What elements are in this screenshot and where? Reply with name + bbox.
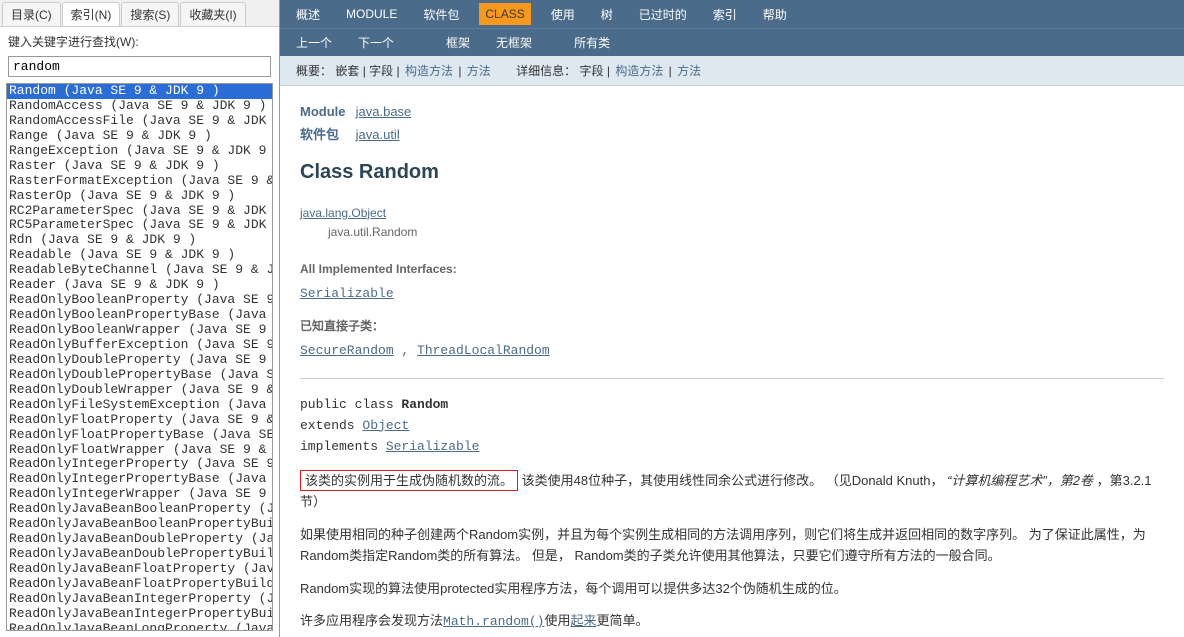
tab-favorites[interactable]: 收藏夹(I) [180,2,245,26]
content: Module java.base 软件包 java.util Class Ran… [280,86,1184,637]
index-item[interactable]: RasterFormatException (Java SE 9 & JDK 9… [7,174,272,189]
index-item[interactable]: ReadOnlyJavaBeanFloatProperty (Java...) [7,562,272,577]
index-item[interactable]: ReadableByteChannel (Java SE 9 & JDK 9) [7,263,272,278]
index-item[interactable]: RandomAccessFile (Java SE 9 & JDK 9 ) [7,114,272,129]
index-item[interactable]: ReadOnlyBooleanPropertyBase (Java SE ...… [7,308,272,323]
math-random-link[interactable]: Math.random() [443,614,544,629]
index-item[interactable]: ReadOnlyDoubleWrapper (Java SE 9 & ...) [7,383,272,398]
index-item[interactable]: ReadOnlyFloatWrapper (Java SE 9 & ...) [7,443,272,458]
para-1: 该类的实例用于生成伪随机数的流。 该类使用48位种子，其使用线性同余公式进行修改… [300,471,1164,513]
index-item[interactable]: RC2ParameterSpec (Java SE 9 & JDK 9 ) [7,204,272,219]
summary-label: 概要： [296,64,332,78]
index-item[interactable]: ReadOnlyJavaBeanDoubleProperty (Java...) [7,532,272,547]
index-item[interactable]: ReadOnlyFileSystemException (Java SE ...… [7,398,272,413]
topnav-class[interactable]: CLASS [479,3,530,25]
para-3: Random实现的算法使用protected实用程序方法，每个调用可以提供多达3… [300,579,1164,600]
topnav-树[interactable]: 树 [595,2,619,27]
index-item[interactable]: ReadOnlyBooleanWrapper (Java SE 9 & ...) [7,323,272,338]
index-item[interactable]: ReadOnlyBufferException (Java SE 9 & ...… [7,338,272,353]
search-label: 键入关键字进行查找(W): [0,27,279,54]
left-pane: 目录(C) 索引(N) 搜索(S) 收藏夹(I) 键入关键字进行查找(W): R… [0,0,280,637]
detail-constr[interactable]: 构造方法 [615,64,663,78]
tab-index[interactable]: 索引(N) [62,2,121,26]
page-title: Class Random [300,156,1164,188]
index-item[interactable]: ReadOnlyIntegerPropertyBase (Java SE ...… [7,472,272,487]
nav-prev[interactable]: 上一个 [290,30,338,55]
nav-frames[interactable]: 框架 [440,30,476,55]
inheritance: java.lang.Object java.util.Random [300,204,1164,242]
index-item[interactable]: ReadOnlyJavaBeanIntegerPropertyBui... [7,607,272,622]
topnav-使用[interactable]: 使用 [545,2,581,27]
index-item[interactable]: ReadOnlyBooleanProperty (Java SE 9 & ...… [7,293,272,308]
index-item[interactable]: ReadOnlyIntegerProperty (Java SE 9 & ...… [7,457,272,472]
usage-link[interactable]: 起来 [570,613,596,628]
index-item[interactable]: Random (Java SE 9 & JDK 9 ) [7,84,272,99]
class-signature: public class Random extends Object imple… [300,395,1164,457]
index-item[interactable]: ReadOnlyJavaBeanBooleanPropertyBui... [7,517,272,532]
highlighted-text: 该类的实例用于生成伪随机数的流。 [300,470,518,491]
divider [300,378,1164,379]
index-item[interactable]: RangeException (Java SE 9 & JDK 9 ) [7,144,272,159]
inherit-self: java.util.Random [328,223,1164,242]
sig-extends-link[interactable]: Object [362,418,409,433]
index-item[interactable]: ReadOnlyFloatPropertyBase (Java SE ...) [7,428,272,443]
index-item[interactable]: RandomAccess (Java SE 9 & JDK 9 ) [7,99,272,114]
index-item[interactable]: ReadOnlyIntegerWrapper (Java SE 9 & ...) [7,487,272,502]
para-4: 许多应用程序会发现方法Math.random()使用起来更简单。 [300,611,1164,633]
detail-field: 字段 [580,64,604,78]
topnav-帮助[interactable]: 帮助 [757,2,793,27]
module-link[interactable]: java.base [356,104,412,119]
topnav-已过时的[interactable]: 已过时的 [633,2,693,27]
left-tabs: 目录(C) 索引(N) 搜索(S) 收藏夹(I) [0,0,279,27]
summary-bar: 概要： 嵌套 | 字段 | 构造方法 | 方法 详细信息： 字段 | 构造方法 … [280,56,1184,86]
index-item[interactable]: RasterOp (Java SE 9 & JDK 9 ) [7,189,272,204]
index-item[interactable]: Readable (Java SE 9 & JDK 9 ) [7,248,272,263]
pkg-link[interactable]: java.util [356,127,400,142]
impl-item[interactable]: Serializable [300,286,394,301]
index-item[interactable]: Raster (Java SE 9 & JDK 9 ) [7,159,272,174]
index-item[interactable]: ReadOnlyJavaBeanLongProperty (Java ...) [7,622,272,631]
index-item[interactable]: ReadOnlyFloatProperty (Java SE 9 & ...) [7,413,272,428]
sig-implements-link[interactable]: Serializable [386,439,480,454]
nav-noframes[interactable]: 无框架 [490,30,538,55]
index-item[interactable]: Range (Java SE 9 & JDK 9 ) [7,129,272,144]
index-item[interactable]: RC5ParameterSpec (Java SE 9 & JDK 9 ) [7,218,272,233]
index-item[interactable]: ReadOnlyJavaBeanFloatPropertyBuild... [7,577,272,592]
topnav-索引[interactable]: 索引 [707,2,743,27]
detail-method[interactable]: 方法 [677,64,701,78]
right-pane: 概述 MODULE 软件包 CLASS 使用树已过时的索引帮助 上一个 下一个 框架 无… [280,0,1184,637]
search-input[interactable] [8,56,271,77]
index-item[interactable]: ReadOnlyDoubleProperty (Java SE 9 & ...) [7,353,272,368]
para-2: 如果使用相同的种子创建两个Random实例，并且为每个实例生成相同的方法调用序列… [300,525,1164,567]
pkg-label: 软件包 [300,125,352,146]
topnav-module[interactable]: MODULE [340,3,403,25]
index-item[interactable]: ReadOnlyJavaBeanIntegerProperty (Ja...) [7,592,272,607]
topnav-软件包[interactable]: 软件包 [417,2,465,27]
index-item[interactable]: ReadOnlyDoublePropertyBase (Java SE ...) [7,368,272,383]
subclass-threadlocalrandom[interactable]: ThreadLocalRandom [417,343,550,358]
nav-allclasses[interactable]: 所有类 [568,30,616,55]
tab-search[interactable]: 搜索(S) [121,2,179,26]
summary-constr[interactable]: 构造方法 [405,64,453,78]
impl-label: All Implemented Interfaces: [300,260,1164,279]
detail-label: 详细信息： [516,64,576,78]
index-item[interactable]: ReadOnlyJavaBeanBooleanProperty (Java...… [7,502,272,517]
summary-method[interactable]: 方法 [467,64,491,78]
index-item[interactable]: Reader (Java SE 9 & JDK 9 ) [7,278,272,293]
topnav-概述[interactable]: 概述 [290,2,326,27]
summary-nested: 嵌套 [335,64,359,78]
subclass-label: 已知直接子类： [300,317,1164,336]
inherit-parent[interactable]: java.lang.Object [300,206,386,220]
index-list[interactable]: Random (Java SE 9 & JDK 9 )RandomAccess … [6,83,273,631]
index-item[interactable]: ReadOnlyJavaBeanDoublePropertyBuil... [7,547,272,562]
tab-contents[interactable]: 目录(C) [2,2,61,26]
index-item[interactable]: Rdn (Java SE 9 & JDK 9 ) [7,233,272,248]
subclass-securerandom[interactable]: SecureRandom [300,343,394,358]
nav-next[interactable]: 下一个 [352,30,400,55]
sub-nav: 上一个 下一个 框架 无框架 所有类 [280,28,1184,56]
top-nav: 概述 MODULE 软件包 CLASS 使用树已过时的索引帮助 [280,0,1184,28]
summary-field: 字段 [369,64,393,78]
module-label: Module [300,102,352,123]
